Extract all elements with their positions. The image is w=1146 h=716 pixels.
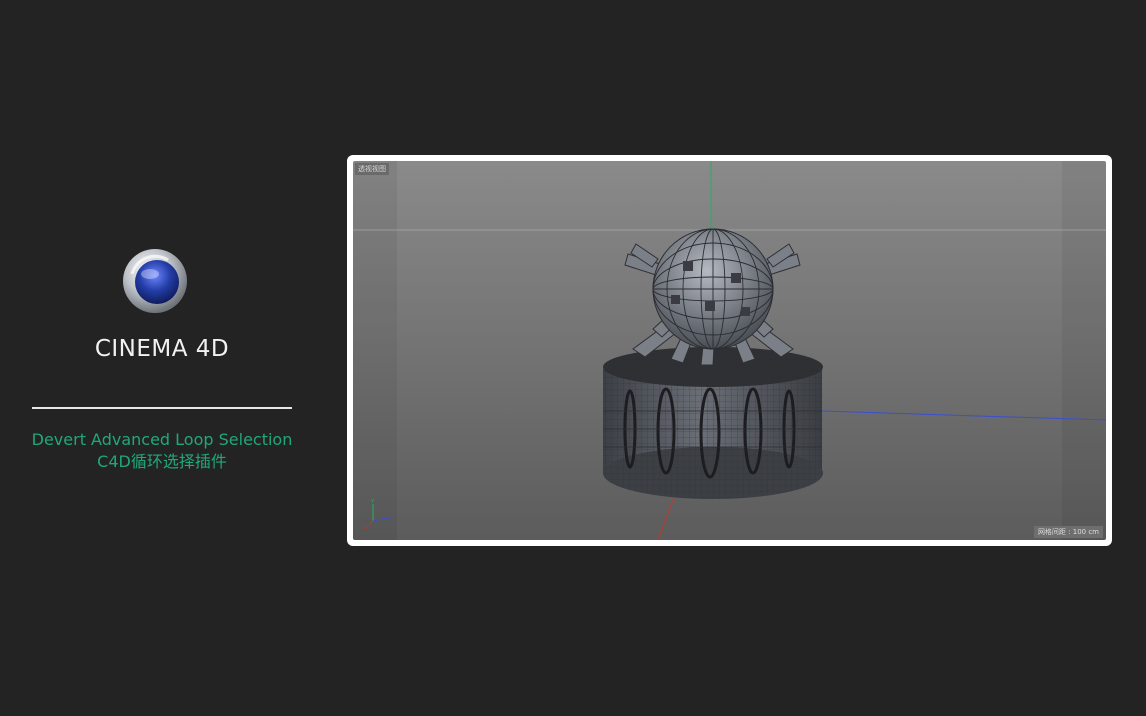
svg-text:X: X (364, 525, 368, 531)
viewport-left-shade (353, 161, 397, 540)
plugin-title: Devert Advanced Loop Selection (31, 430, 293, 449)
viewport-name-label[interactable]: 透视视图 (355, 163, 389, 175)
cylinder-mesh[interactable] (603, 347, 823, 499)
viewport-right-shade (1062, 161, 1106, 540)
grid-spacing-label: 网格间距 : 100 cm (1033, 526, 1103, 538)
plugin-subtitle: C4D循环选择插件 (97, 452, 227, 471)
divider (32, 407, 292, 409)
sphere-mesh[interactable] (652, 228, 774, 350)
perspective-viewport[interactable]: Y Z X 透视视图 网格间距 : 100 cm (353, 161, 1106, 540)
svg-text:Z: Z (389, 516, 393, 522)
cinema4d-logo-icon (122, 248, 188, 314)
brand-name: CINEMA 4D (94, 336, 230, 362)
